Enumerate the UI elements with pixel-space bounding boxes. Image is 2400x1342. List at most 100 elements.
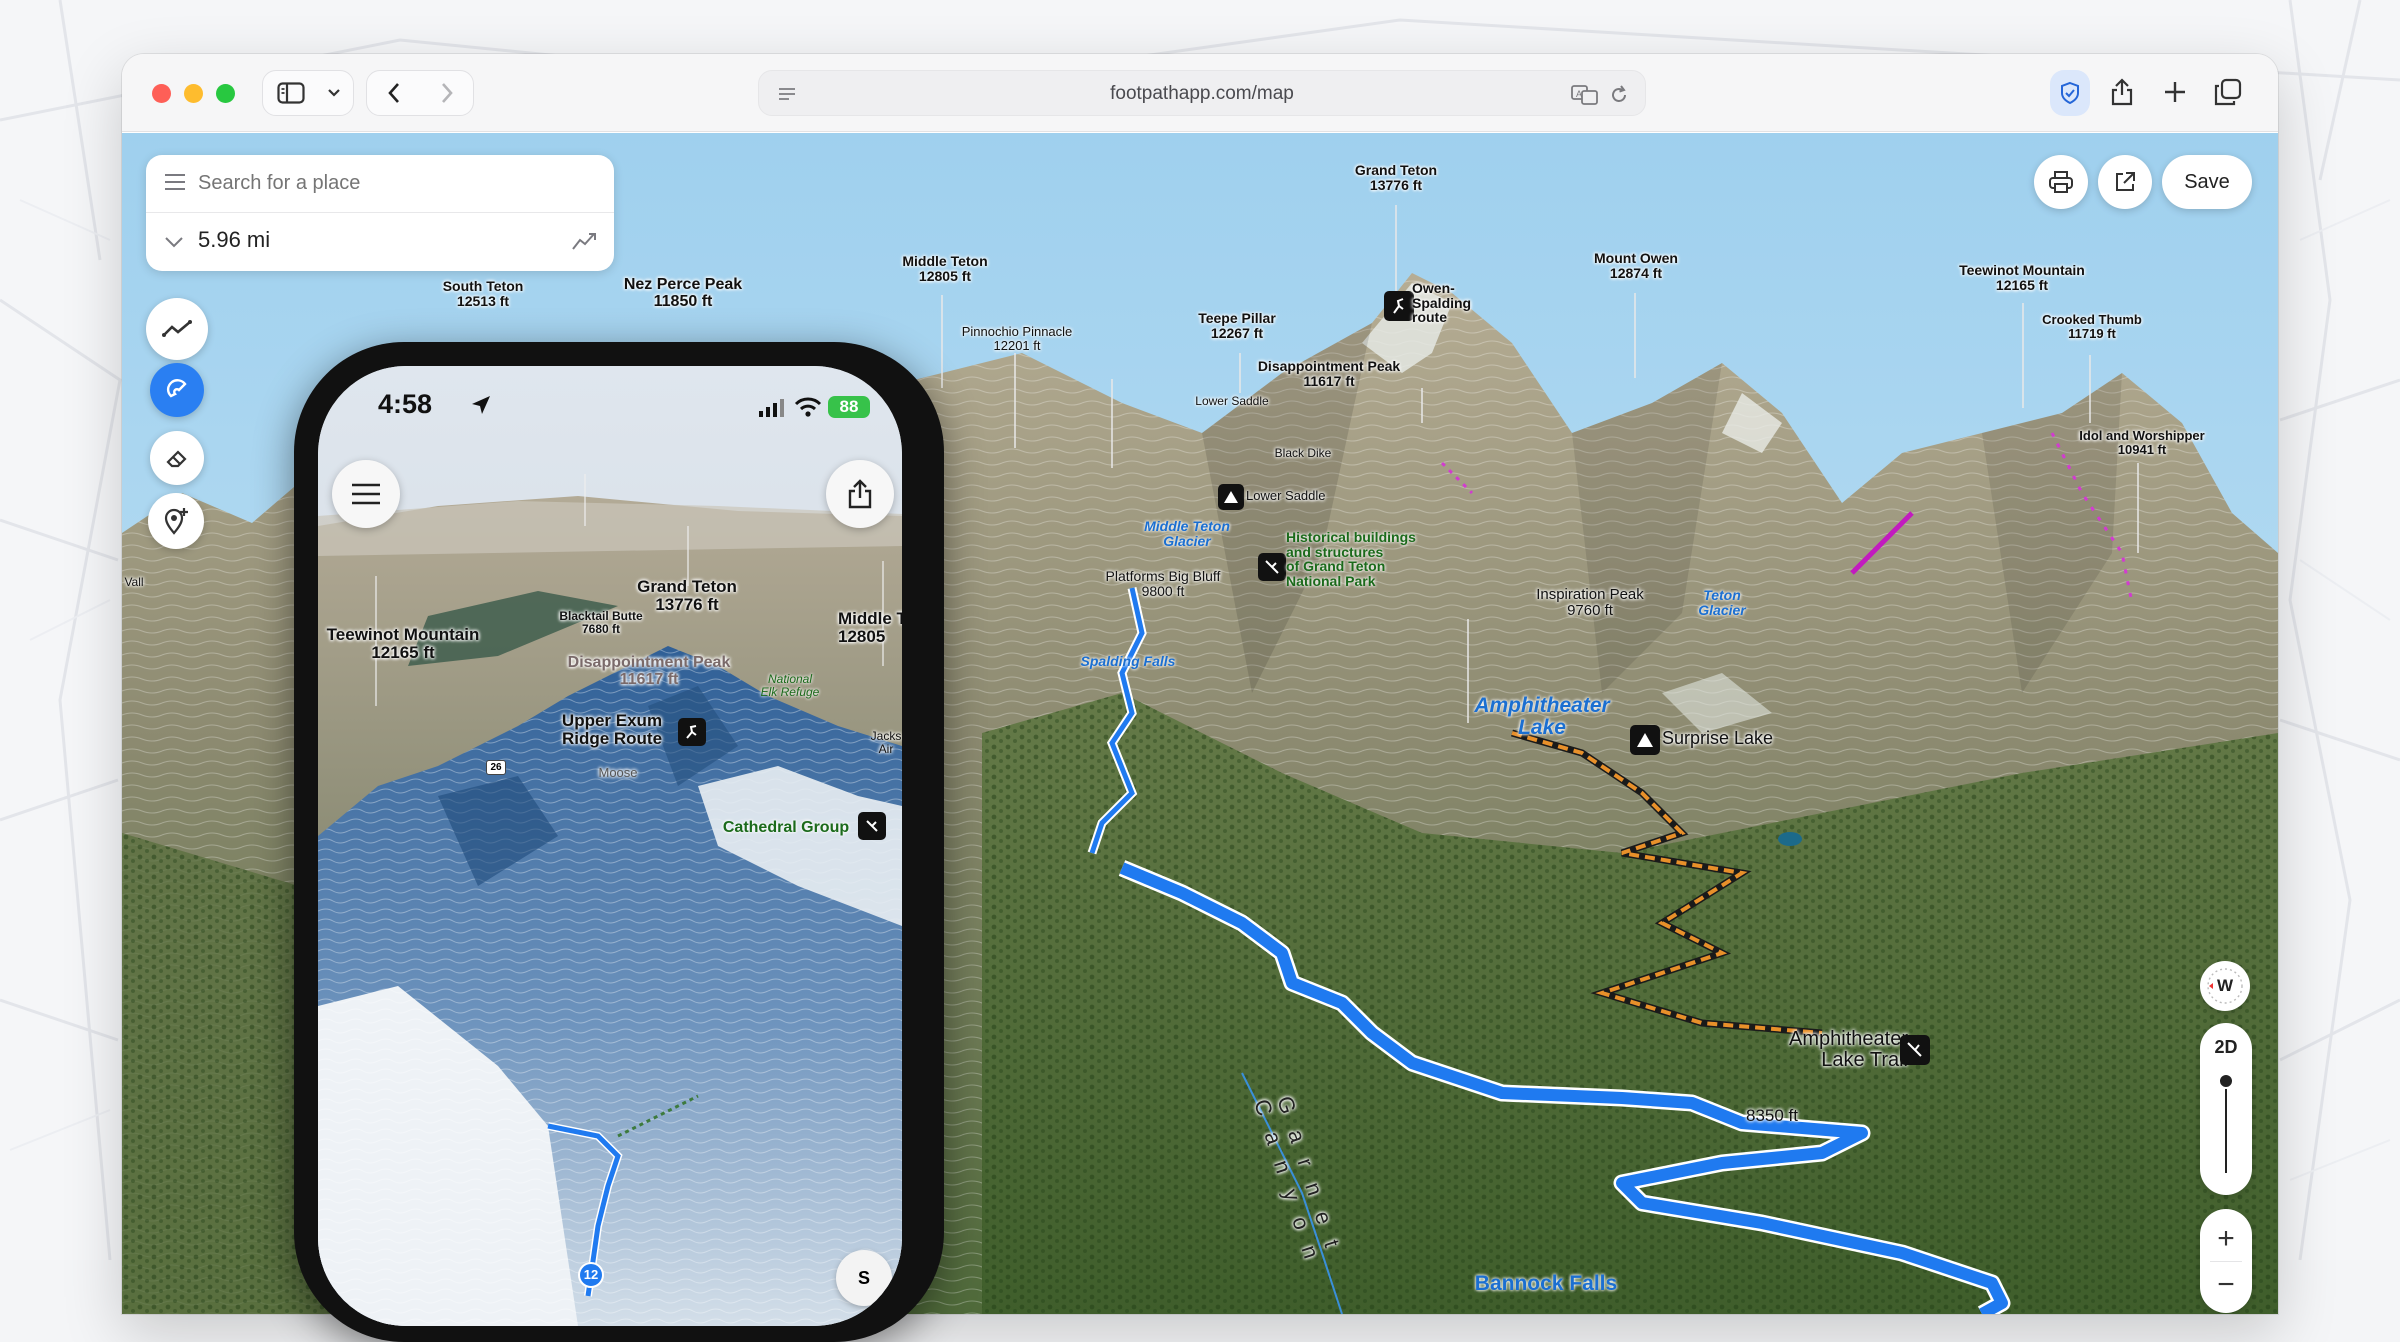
- draw-route-button[interactable]: [146, 298, 208, 360]
- phone-menu-button[interactable]: [332, 460, 400, 528]
- share-icon[interactable]: [2110, 78, 2134, 106]
- zoom-divider: [2210, 1261, 2242, 1262]
- label-crooked-thumb: Crooked Thumb 11719 ft: [2042, 312, 2142, 341]
- historic-site-icon[interactable]: [1258, 553, 1286, 581]
- route-26-shield: 26: [486, 760, 506, 775]
- label-disappointment-peak: Disappointment Peak 11617 ft: [1257, 358, 1401, 389]
- magnet-icon: [166, 379, 187, 398]
- print-button[interactable]: [2034, 155, 2088, 209]
- phone-label-upper-exum: Upper Exum Ridge Route: [561, 711, 663, 748]
- label-surprise-lake: Surprise Lake: [1662, 728, 1774, 748]
- campsite-icon-2[interactable]: [1630, 725, 1660, 755]
- menu-icon: [352, 483, 380, 505]
- phone-share-button[interactable]: [826, 460, 894, 528]
- back-icon[interactable]: [367, 71, 420, 115]
- climbing-icon[interactable]: [1384, 291, 1414, 321]
- maximize-window-button[interactable]: [216, 84, 235, 103]
- panel-divider: [146, 212, 614, 213]
- view-mode-toggle[interactable]: 2D: [2200, 1037, 2252, 1058]
- search-panel: 5.96 mi: [146, 155, 614, 271]
- phone-screen: 4:58 88 Grand Teton 13776 ft Teewinot Mou…: [318, 366, 902, 1326]
- wifi-icon: [794, 397, 822, 417]
- share-icon: [848, 479, 872, 509]
- label-black-dike: Black Dike: [1274, 446, 1332, 460]
- label-amphitheater-lake: Amphitheater Lake: [1474, 694, 1610, 740]
- add-waypoint-button[interactable]: [148, 493, 204, 549]
- url-text: footpathapp.com/map: [1110, 83, 1294, 104]
- reload-icon[interactable]: [1609, 85, 1629, 105]
- search-input[interactable]: [198, 167, 588, 199]
- label-platforms-big-bluff: Platforms Big Bluff 9800 ft: [1105, 568, 1221, 599]
- compass-button[interactable]: W: [2200, 961, 2250, 1011]
- menu-icon[interactable]: [164, 173, 186, 191]
- signal-icon: [759, 399, 784, 417]
- svg-text:A: A: [1576, 89, 1582, 99]
- zoom-in-button[interactable]: +: [2200, 1217, 2252, 1261]
- phone-label-jackson: Jacks Air: [870, 729, 902, 756]
- eraser-button[interactable]: [150, 431, 204, 485]
- external-link-icon: [2116, 172, 2135, 191]
- phone-label-cathedral-group: Cathedral Group: [722, 819, 850, 836]
- label-idol-worshipper: Idol and Worshipper 10941 ft: [2079, 428, 2205, 457]
- label-middle-teton-glacier: Middle Teton Glacier: [1144, 518, 1230, 549]
- close-window-button[interactable]: [152, 84, 171, 103]
- label-pinnochio: Pinnochio Pinnacle 12201 ft: [961, 324, 1073, 353]
- phone-mockup: 4:58 88 Grand Teton 13776 ft Teewinot Mou…: [294, 342, 944, 1342]
- label-owen-spalding: Owen- Spalding route: [1412, 280, 1472, 326]
- tab-overview-icon[interactable]: [2214, 78, 2242, 106]
- pitch-control: 2D: [2200, 1023, 2252, 1195]
- forward-icon[interactable]: [420, 71, 473, 115]
- waypoint-marker[interactable]: 12: [578, 1262, 604, 1288]
- label-mount-owen: Mount Owen 12874 ft: [1594, 250, 1678, 281]
- add-pin-icon: [164, 508, 188, 535]
- label-inspiration-peak: Inspiration Peak 9760 ft: [1536, 586, 1644, 619]
- label-nez-perce: Nez Perce Peak 11850 ft: [623, 276, 743, 310]
- open-external-button[interactable]: [2098, 155, 2152, 209]
- trailhead-icon[interactable]: [1900, 1035, 1930, 1065]
- phone-climbing-icon[interactable]: [678, 718, 706, 746]
- label-teepe-pillar: Teepe Pillar 12267 ft: [1198, 310, 1276, 341]
- phone-historic-icon[interactable]: [858, 812, 886, 840]
- label-edge-left: Vall: [124, 575, 144, 589]
- new-tab-icon[interactable]: [2164, 81, 2186, 103]
- label-teewinot-mountain: Teewinot Mountain 12165 ft: [1959, 262, 2085, 293]
- extension-icon[interactable]: [2050, 70, 2090, 116]
- location-arrow-icon: [472, 396, 490, 414]
- phone-compass[interactable]: S: [836, 1250, 892, 1306]
- label-grand-teton: Grand Teton 13776 ft: [1354, 162, 1438, 193]
- phone-terrain-map[interactable]: [318, 366, 902, 1326]
- zoom-out-button[interactable]: −: [2200, 1265, 2252, 1309]
- translate-icon[interactable]: A: [1571, 84, 1599, 106]
- printer-icon: [2049, 171, 2073, 193]
- address-bar[interactable]: footpathapp.com/map A: [758, 70, 1646, 116]
- campsite-icon[interactable]: [1218, 484, 1244, 510]
- label-elevation-8350: 8350 ft: [1746, 1106, 1798, 1125]
- minimize-window-button[interactable]: [184, 84, 203, 103]
- browser-toolbar: footpathapp.com/map A: [122, 54, 2278, 132]
- phone-label-national-elk: National Elk Refuge: [760, 672, 820, 699]
- zoom-control: + −: [2200, 1209, 2252, 1313]
- pitch-slider-track[interactable]: [2225, 1081, 2227, 1173]
- label-teton-glacier: Teton Glacier: [1698, 587, 1746, 618]
- elevation-profile-icon[interactable]: [572, 231, 598, 251]
- eraser-icon: [166, 450, 187, 468]
- phone-label-moose: Moose: [598, 765, 638, 780]
- chevron-down-icon[interactable]: [164, 235, 184, 249]
- snap-to-trail-button[interactable]: [150, 363, 204, 417]
- save-button[interactable]: Save: [2162, 155, 2252, 209]
- chevron-down-icon[interactable]: [319, 71, 349, 115]
- phone-time: 4:58: [378, 389, 433, 419]
- phone-compass-heading: S: [857, 1268, 870, 1288]
- navigation-group: [366, 70, 474, 116]
- battery-indicator: 88: [828, 396, 870, 418]
- label-historical-buildings: Historical buildings and structures of Gra…: [1286, 529, 1416, 590]
- route-distance: 5.96 mi: [198, 227, 271, 252]
- label-lower-saddle-top: Lower Saddle: [1195, 394, 1269, 408]
- sidebar-icon[interactable]: [263, 71, 319, 115]
- label-lower-saddle: Lower Saddle: [1246, 488, 1326, 503]
- label-amphitheater-trail: Amphitheater Lake Trail: [1789, 1028, 1908, 1071]
- label-middle-teton: Middle Teton 12805 ft: [902, 253, 988, 284]
- pitch-slider-handle[interactable]: [2218, 1073, 2234, 1089]
- label-spalding-falls: Spalding Falls: [1080, 653, 1176, 669]
- phone-label-blacktail: Blacktail Butte 7680 ft: [559, 609, 643, 636]
